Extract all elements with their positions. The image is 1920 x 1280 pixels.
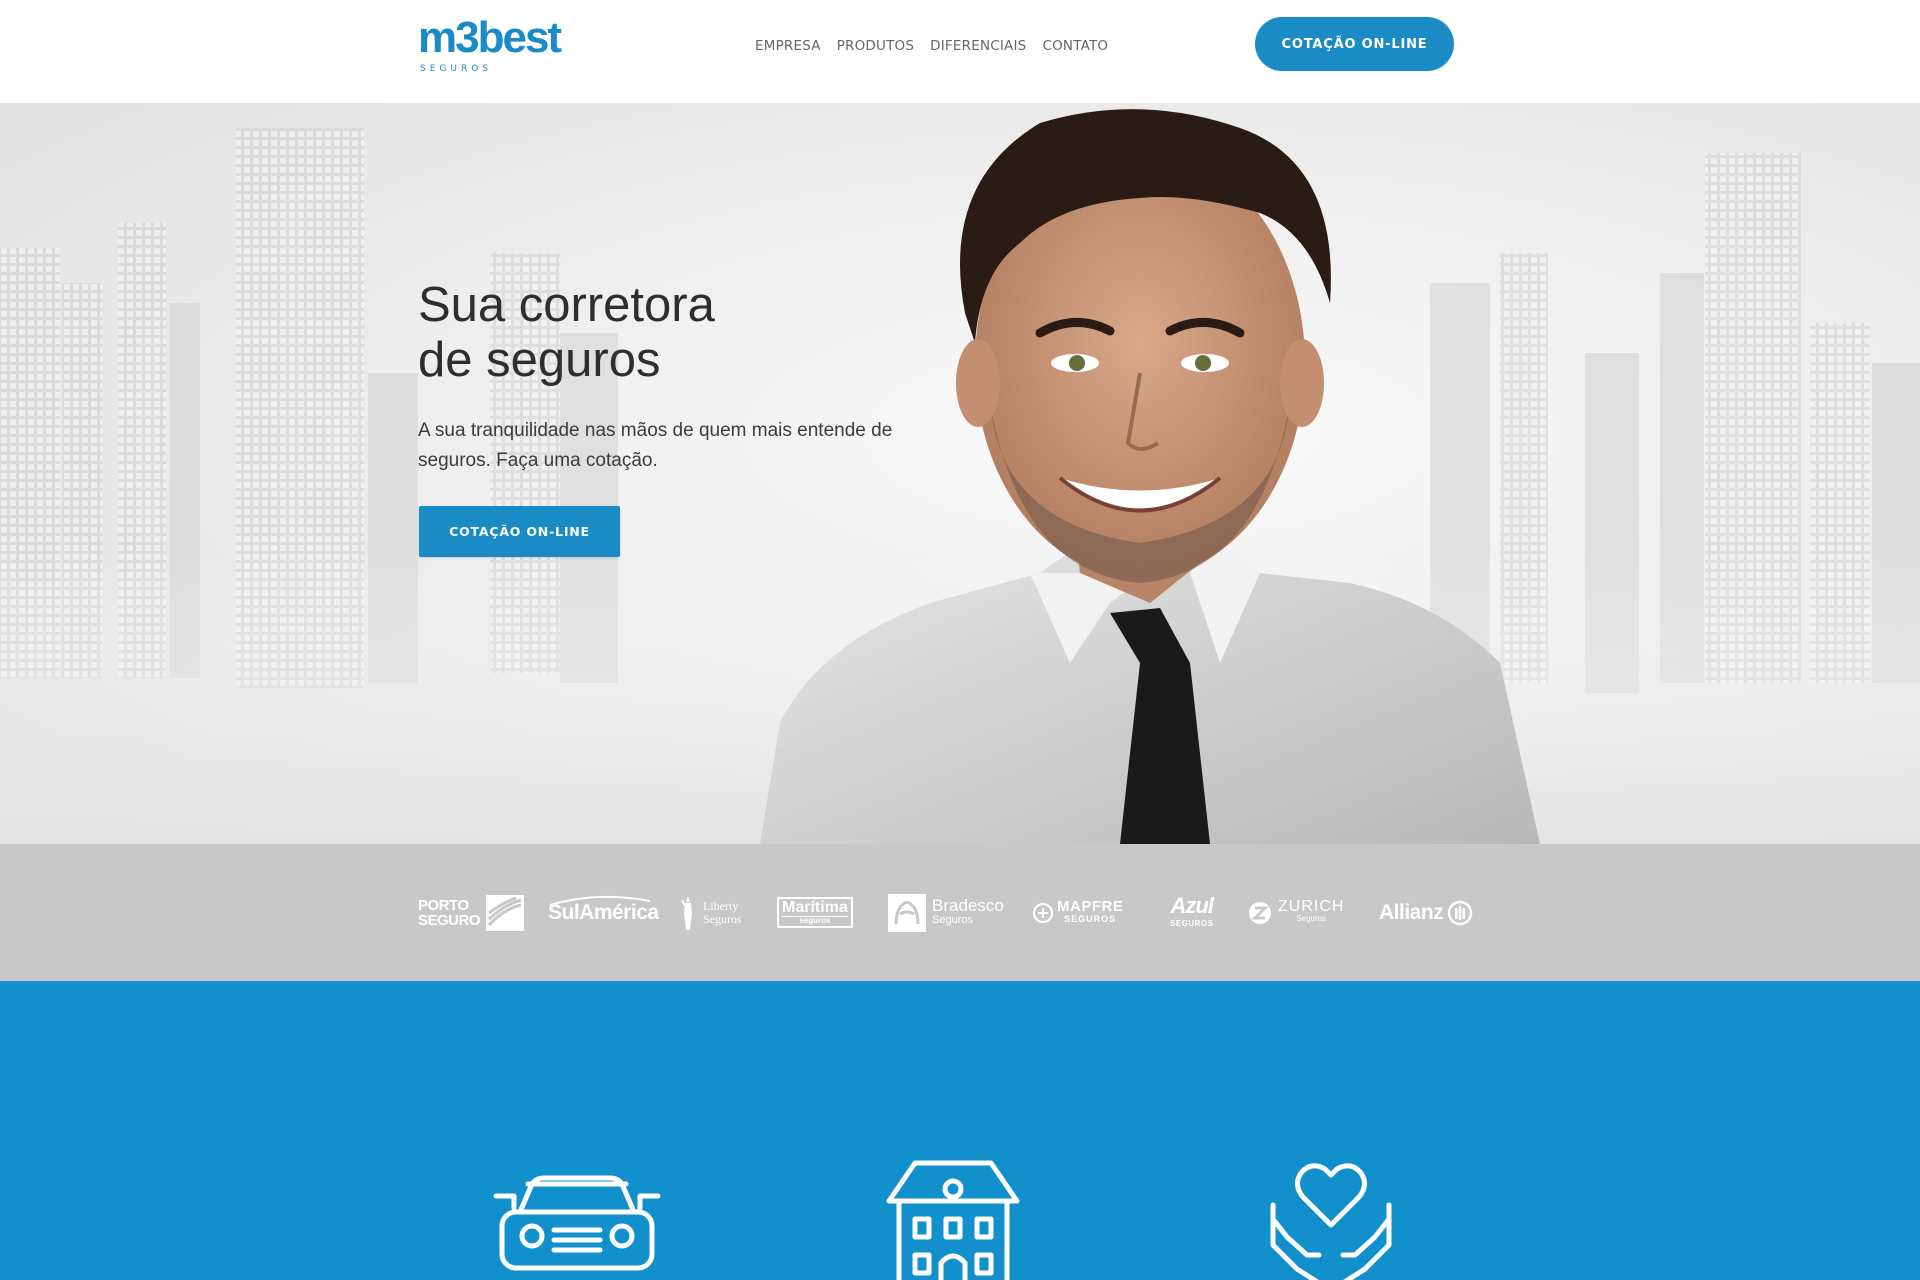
porto-seguro-mark-icon bbox=[486, 894, 525, 931]
main-nav: EMPRESA PRODUTOS DIFERENCIAIS CONTATO bbox=[755, 38, 1108, 54]
header-quote-button[interactable]: COTAÇÃO ON-LINE bbox=[1255, 17, 1454, 71]
house-icon[interactable] bbox=[885, 1159, 1021, 1280]
partner-name: Azul bbox=[1170, 892, 1214, 918]
hero-section: Sua corretora de seguros A sua tranquili… bbox=[0, 103, 1920, 844]
mapfre-emblem-icon bbox=[1033, 902, 1053, 923]
hero-quote-button[interactable]: COTAÇÃO ON-LINE bbox=[419, 506, 620, 557]
partner-name: Liberty bbox=[703, 898, 739, 913]
partner-logo-sulamerica: SulAmérica bbox=[548, 844, 659, 981]
partner-logo-liberty: Liberty Seguros bbox=[677, 844, 742, 981]
statue-of-liberty-icon bbox=[681, 895, 692, 930]
allianz-emblem-icon bbox=[1447, 900, 1473, 925]
site-header: m3best SEGUROS EMPRESA PRODUTOS DIFERENC… bbox=[0, 0, 1920, 103]
partner-logo-porto-seguro: PORTO SEGURO bbox=[418, 844, 525, 981]
partner-subname: SEGURO bbox=[418, 911, 481, 929]
partner-name: Bradesco bbox=[932, 895, 1004, 915]
sulamerica-swoosh-icon bbox=[549, 895, 651, 906]
hero-title: Sua corretora de seguros bbox=[418, 278, 715, 388]
partner-subname: Seguros bbox=[932, 913, 973, 926]
services-section bbox=[0, 981, 1920, 1280]
insurer-partners-bar: PORTO SEGURO SulAmérica Liberty Seguros … bbox=[0, 844, 1920, 981]
smiling-man-photo bbox=[760, 109, 1540, 844]
nav-item-diferenciais[interactable]: DIFERENCIAIS bbox=[930, 38, 1026, 54]
heart-hands-icon[interactable] bbox=[1267, 1159, 1395, 1280]
bradesco-tree-icon bbox=[888, 893, 926, 932]
partner-logo-maritima: Marítima seguros bbox=[777, 844, 853, 981]
nav-item-empresa[interactable]: EMPRESA bbox=[755, 38, 821, 54]
logo-tagline: SEGUROS bbox=[420, 64, 493, 74]
hero-title-line1: Sua corretora bbox=[418, 278, 715, 332]
partner-subname: SEGUROS bbox=[1170, 918, 1214, 928]
zurich-z-icon bbox=[1249, 901, 1271, 924]
partner-logo-mapfre: MAPFRE SEGUROS bbox=[1032, 844, 1123, 981]
partner-name: Allianz bbox=[1379, 900, 1444, 924]
partner-logo-azul: Azul SEGUROS bbox=[1170, 844, 1214, 981]
partner-logo-zurich: ZURICH Seguros bbox=[1248, 844, 1344, 981]
partner-logo-allianz: Allianz bbox=[1379, 844, 1473, 981]
partner-name: ZURICH bbox=[1278, 897, 1345, 915]
partner-name: PORTO bbox=[418, 896, 469, 914]
brand-logo[interactable]: m3best SEGUROS bbox=[418, 14, 578, 76]
hero-title-line2: de seguros bbox=[418, 333, 661, 387]
partner-subname: SEGUROS bbox=[1064, 913, 1117, 924]
car-icon[interactable] bbox=[492, 1174, 662, 1280]
partner-name: Marítima bbox=[782, 899, 848, 916]
partner-subname: seguros bbox=[782, 916, 848, 925]
partner-subname: Seguros bbox=[703, 911, 742, 926]
nav-item-contato[interactable]: CONTATO bbox=[1042, 38, 1108, 54]
partner-name: MAPFRE bbox=[1057, 897, 1124, 915]
logo-wordmark: m3best bbox=[418, 13, 562, 62]
partner-logo-bradesco: Bradesco Seguros bbox=[888, 844, 1004, 981]
nav-item-produtos[interactable]: PRODUTOS bbox=[837, 38, 914, 54]
